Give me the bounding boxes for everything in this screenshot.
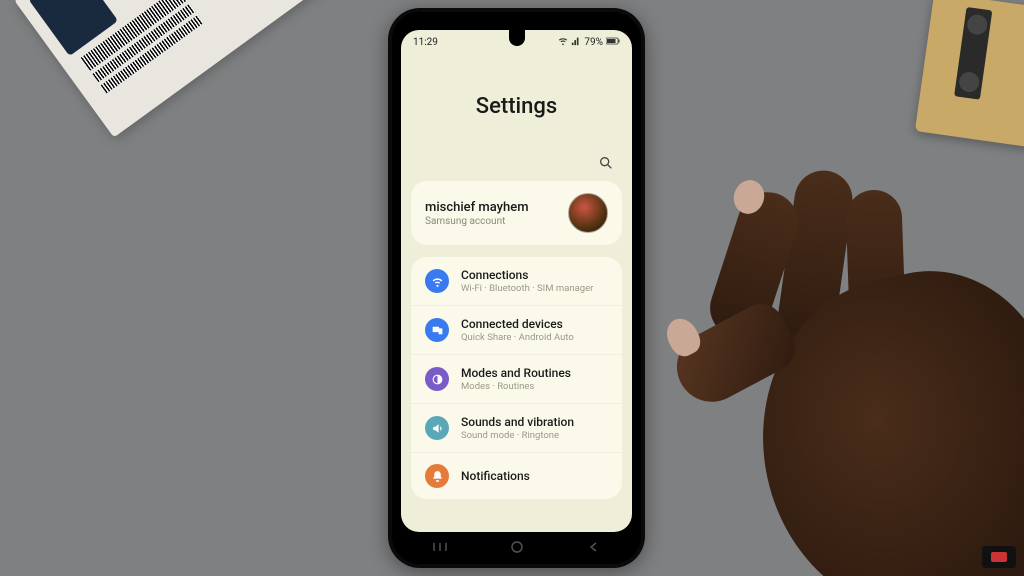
wooden-block [915, 0, 1024, 148]
settings-row-connections[interactable]: Connections Wi-Fi · Bluetooth · SIM mana… [411, 257, 622, 305]
signal-icon [571, 36, 581, 49]
product-box: Galaxy A06 [14, 0, 324, 138]
row-title: Connected devices [461, 317, 608, 331]
recents-button[interactable] [431, 540, 449, 554]
account-card[interactable]: mischief mayhem Samsung account [411, 181, 622, 245]
row-subtitle: Wi-Fi · Bluetooth · SIM manager [461, 283, 608, 294]
battery-text: 79% [584, 37, 603, 48]
settings-row-modes[interactable]: Modes and Routines Modes · Routines [411, 354, 622, 403]
back-button[interactable] [585, 540, 603, 554]
avatar [568, 193, 608, 233]
account-name: mischief mayhem [425, 200, 558, 215]
page-title: Settings [401, 94, 632, 119]
android-nav-bar [401, 536, 632, 558]
row-subtitle: Quick Share · Android Auto [461, 332, 608, 343]
settings-row-notifications[interactable]: Notifications [411, 452, 622, 499]
camera-notch [509, 30, 525, 46]
hinge-hardware [954, 7, 992, 100]
settings-row-connected-devices[interactable]: Connected devices Quick Share · Android … [411, 305, 622, 354]
settings-header: Settings [401, 52, 632, 155]
wifi-icon [425, 269, 449, 293]
account-subtitle: Samsung account [425, 216, 558, 227]
search-icon[interactable] [598, 155, 614, 171]
modes-icon [425, 367, 449, 391]
phone-device: 11:29 79% Sett [388, 8, 645, 568]
phone-screen: 11:29 79% Sett [401, 30, 632, 532]
channel-logo [982, 546, 1016, 568]
row-title: Modes and Routines [461, 366, 608, 380]
status-time: 11:29 [413, 37, 438, 48]
home-button[interactable] [508, 540, 526, 554]
photo-scene: Galaxy A06 11:29 [0, 0, 1024, 576]
row-subtitle: Sound mode · Ringtone [461, 430, 608, 441]
notifications-icon [425, 464, 449, 488]
row-title: Connections [461, 268, 608, 282]
row-title: Sounds and vibration [461, 415, 608, 429]
hand [644, 150, 1024, 576]
row-subtitle: Modes · Routines [461, 381, 608, 392]
settings-list: Connections Wi-Fi · Bluetooth · SIM mana… [411, 257, 622, 499]
settings-row-sounds[interactable]: Sounds and vibration Sound mode · Ringto… [411, 403, 622, 452]
sound-icon [425, 416, 449, 440]
row-title: Notifications [461, 469, 608, 483]
wifi-icon [558, 36, 568, 49]
battery-icon [606, 37, 620, 48]
devices-icon [425, 318, 449, 342]
